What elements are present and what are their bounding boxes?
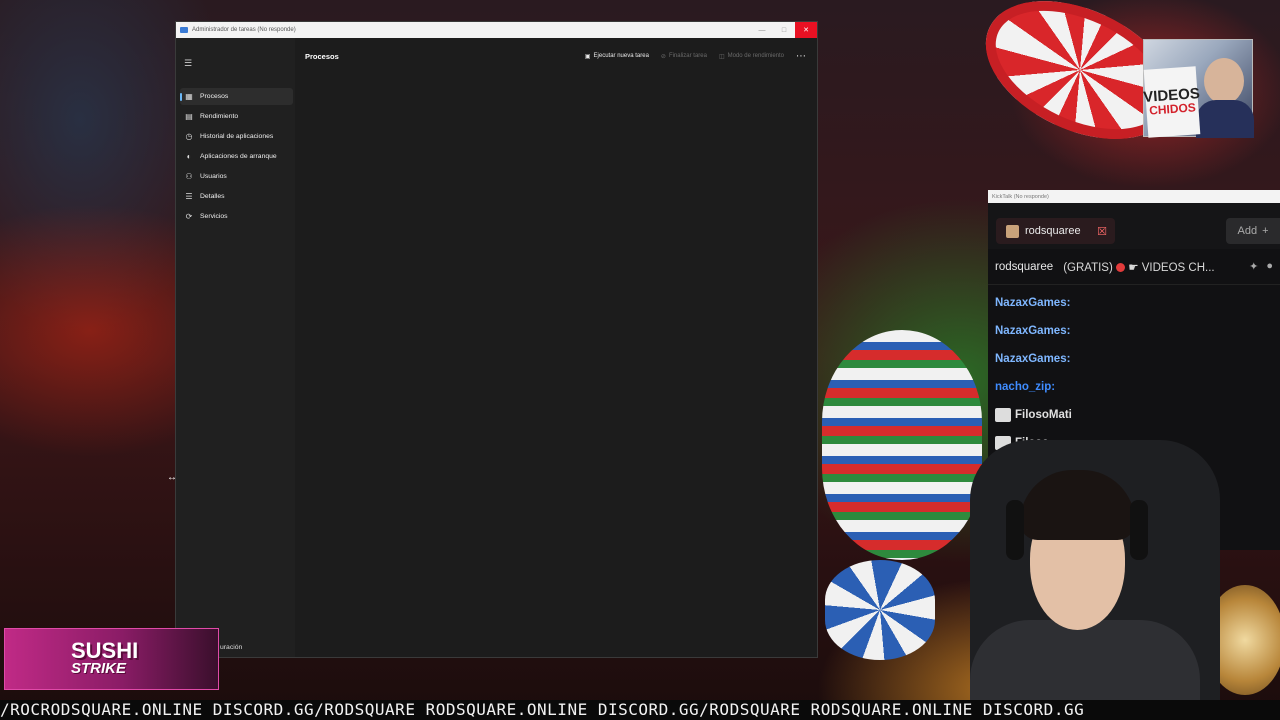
nav-item-label: Aplicaciones de arranque	[200, 153, 277, 160]
nav-item-label: Historial de aplicaciones	[200, 133, 274, 140]
nav-item-settings[interactable]: uración	[220, 644, 242, 651]
nav-item-app-history[interactable]: ◷ Historial de aplicaciones	[180, 128, 293, 145]
user-icon[interactable]: ●	[1266, 260, 1273, 273]
end-task-icon: ⊘	[660, 53, 666, 60]
window-title: Administrador de tareas (No responde)	[192, 27, 296, 33]
maximize-button[interactable]: □	[773, 22, 795, 38]
nav-item-services[interactable]: ⟳ Servicios	[180, 208, 293, 225]
more-options-icon[interactable]: ⋯	[796, 51, 807, 62]
nav-item-label: Rendimiento	[200, 113, 239, 120]
stream-info-bar: rodsquaree (GRATIS) ☛ VIDEOS CH... ✦ ●	[988, 249, 1280, 285]
nav-item-startup-apps[interactable]: ◐ Aplicaciones de arranque	[180, 148, 293, 165]
stream-channel-name[interactable]: rodsquaree	[995, 261, 1053, 273]
run-new-task-button[interactable]: ▣ Ejecutar nueva tarea	[585, 53, 649, 60]
nav-item-processes[interactable]: ▦ Procesos	[180, 88, 293, 105]
plus-icon: +	[1262, 225, 1269, 237]
banner-word-1: SUSHI	[71, 637, 139, 663]
ticker-bar: /ROCRODSQUARE.ONLINE DISCORD.GG/RODSQUAR…	[0, 700, 1280, 720]
task-manager-titlebar[interactable]: Administrador de tareas (No responde) — …	[176, 22, 817, 38]
pin-icon[interactable]: ✦	[1249, 260, 1258, 273]
sushi-strike-banner: SUSHI STRIKE	[4, 628, 219, 690]
sidebar: ☰ ▦ Procesos ▤ Rendimiento ◷ Historial d…	[176, 38, 295, 657]
hamburger-menu-icon[interactable]: ☰	[184, 58, 192, 69]
content-header: Procesos ▣ Ejecutar nueva tarea ⊘ Finali…	[295, 38, 817, 74]
headphone-left	[1006, 500, 1024, 560]
person-head	[1204, 58, 1244, 104]
nav-item-performance[interactable]: ▤ Rendimiento	[180, 108, 293, 125]
chat-username[interactable]: nacho_zip:	[995, 381, 1055, 393]
person-body	[1196, 100, 1254, 138]
channel-tab[interactable]: rodsquaree ☒	[996, 218, 1115, 244]
banner-word-2: STRIKE	[71, 660, 127, 678]
efficiency-icon: ◫	[718, 53, 725, 60]
streamer-webcam	[940, 430, 1240, 720]
close-tab-icon[interactable]: ☒	[1097, 225, 1107, 238]
resize-cursor-icon: ↔	[167, 472, 177, 483]
cam-sign: VIDEOS CHIDOS	[1143, 66, 1200, 138]
red-circle-icon	[1116, 262, 1126, 272]
close-button[interactable]: ✕	[795, 22, 817, 38]
run-task-icon: ▣	[584, 53, 591, 60]
add-channel-button[interactable]: Add +	[1226, 218, 1280, 244]
nav-item-users[interactable]: ⚇ Usuarios	[180, 168, 293, 185]
chat-window-title: KickTalk (No responde)	[992, 193, 1049, 200]
webcam-overlay-small: VIDEOS CHIDOS	[1143, 39, 1254, 138]
performance-icon: ▤	[185, 112, 193, 121]
task-manager-window: Administrador de tareas (No responde) — …	[175, 21, 818, 658]
users-icon: ⚇	[185, 172, 193, 181]
chat-message: FilosoMati	[995, 401, 1273, 429]
chat-username[interactable]: NazaxGames:	[995, 353, 1070, 365]
nav-item-label: Servicios	[200, 213, 228, 220]
chat-message: nacho_zip:	[995, 373, 1273, 401]
sign-line-2: CHIDOS	[1148, 100, 1197, 118]
chat-top-strip	[988, 203, 1280, 213]
chat-titlebar[interactable]: KickTalk (No responde)	[988, 190, 1280, 203]
chat-message: NazaxGames:	[995, 317, 1273, 345]
stream-title: (GRATIS) ☛ VIDEOS CH...	[1063, 261, 1215, 274]
user-badge-icon	[995, 408, 1011, 422]
channel-tab-label: rodsquaree	[1025, 225, 1081, 237]
chat-message: NazaxGames:	[995, 345, 1273, 373]
end-task-button[interactable]: ⊘ Finalizar tarea	[661, 53, 707, 60]
minimize-button[interactable]: —	[751, 22, 773, 38]
nav-item-details[interactable]: ☰ Detalles	[180, 188, 293, 205]
chat-tab-row: rodsquaree ☒ Add +	[988, 213, 1280, 249]
chat-username[interactable]: FilosoMati	[1015, 409, 1072, 421]
efficiency-mode-button[interactable]: ◫ Modo de rendimiento	[719, 53, 784, 60]
history-icon: ◷	[185, 132, 193, 141]
processes-icon: ▦	[185, 92, 193, 101]
services-icon: ⟳	[185, 212, 193, 221]
chip-stack	[825, 560, 935, 660]
nav-item-label: Procesos	[200, 93, 229, 100]
channel-avatar	[1006, 224, 1019, 238]
nav-item-label: Usuarios	[200, 173, 227, 180]
chat-username[interactable]: NazaxGames:	[995, 297, 1070, 309]
nav-item-label: Detalles	[200, 193, 225, 200]
pointing-hand-icon: ☛	[1128, 261, 1139, 274]
startup-icon: ◐	[186, 152, 192, 161]
page-title: Procesos	[305, 51, 339, 61]
details-icon: ☰	[185, 192, 193, 201]
chat-username[interactable]: NazaxGames:	[995, 325, 1070, 337]
chat-message: NazaxGames:	[995, 289, 1273, 317]
headphone-right	[1130, 500, 1148, 560]
task-manager-app-icon	[180, 27, 188, 33]
